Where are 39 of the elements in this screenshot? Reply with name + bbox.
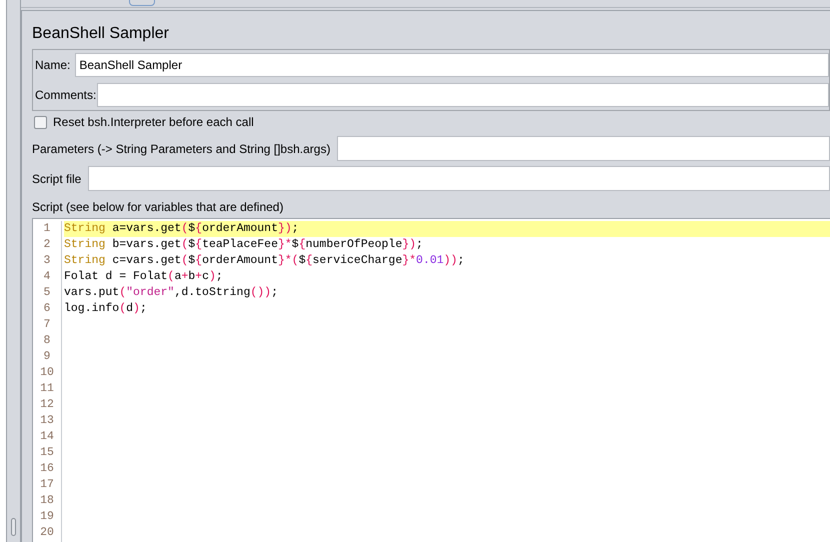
code-line: String b=vars.get(${teaPlaceFee}*${numberOfPeople}); [64,237,424,253]
line-number: 6 [44,301,50,317]
script-editor[interactable] [32,218,830,542]
splitter-handle-icon [11,518,16,536]
line-number: 11 [40,381,54,397]
name-field[interactable]: BeanShell Sampler [75,53,829,77]
line-number: 2 [44,237,50,253]
parameters-field[interactable] [337,136,830,161]
line-number: 19 [40,509,54,525]
script-file-label: Script file [32,170,82,188]
line-number: 5 [44,285,50,301]
panel-title: BeanShell Sampler [32,24,170,44]
name-label: Name: [35,57,70,74]
line-number: 7 [44,317,50,333]
line-number: 14 [40,429,54,445]
line-number: 10 [40,365,54,381]
comments-field[interactable] [97,83,829,107]
reset-checkbox[interactable] [34,116,47,128]
line-number: 18 [40,493,54,509]
line-number: 1 [44,221,50,237]
reset-checkbox-label: Reset bsh.Interpreter before each call [53,114,254,131]
line-number: 13 [40,413,54,429]
line-number: 12 [40,397,54,413]
line-number: 17 [40,477,54,493]
line-number: 9 [44,349,50,365]
script-file-field[interactable] [88,166,830,191]
line-number: 3 [44,253,50,269]
line-number: 4 [44,269,50,285]
parameters-label: Parameters (-> String Parameters and String []bsh.args) [32,140,330,158]
line-number: 20 [40,525,54,541]
comments-label: Comments: [35,87,96,104]
code-line: vars.put("order",d.toString()); [64,285,279,301]
script-label: Script (see below for variables that are defined) [32,199,284,214]
code-line: String c=vars.get(${orderAmount}*(${serviceCharge}*0.01)); [64,253,466,269]
code-line: Folat d = Folat(a+b+c); [64,269,224,285]
code-line: log.info(d); [64,301,148,317]
line-number: 16 [40,461,54,477]
line-number: 15 [40,445,54,461]
line-number: 8 [44,333,50,349]
